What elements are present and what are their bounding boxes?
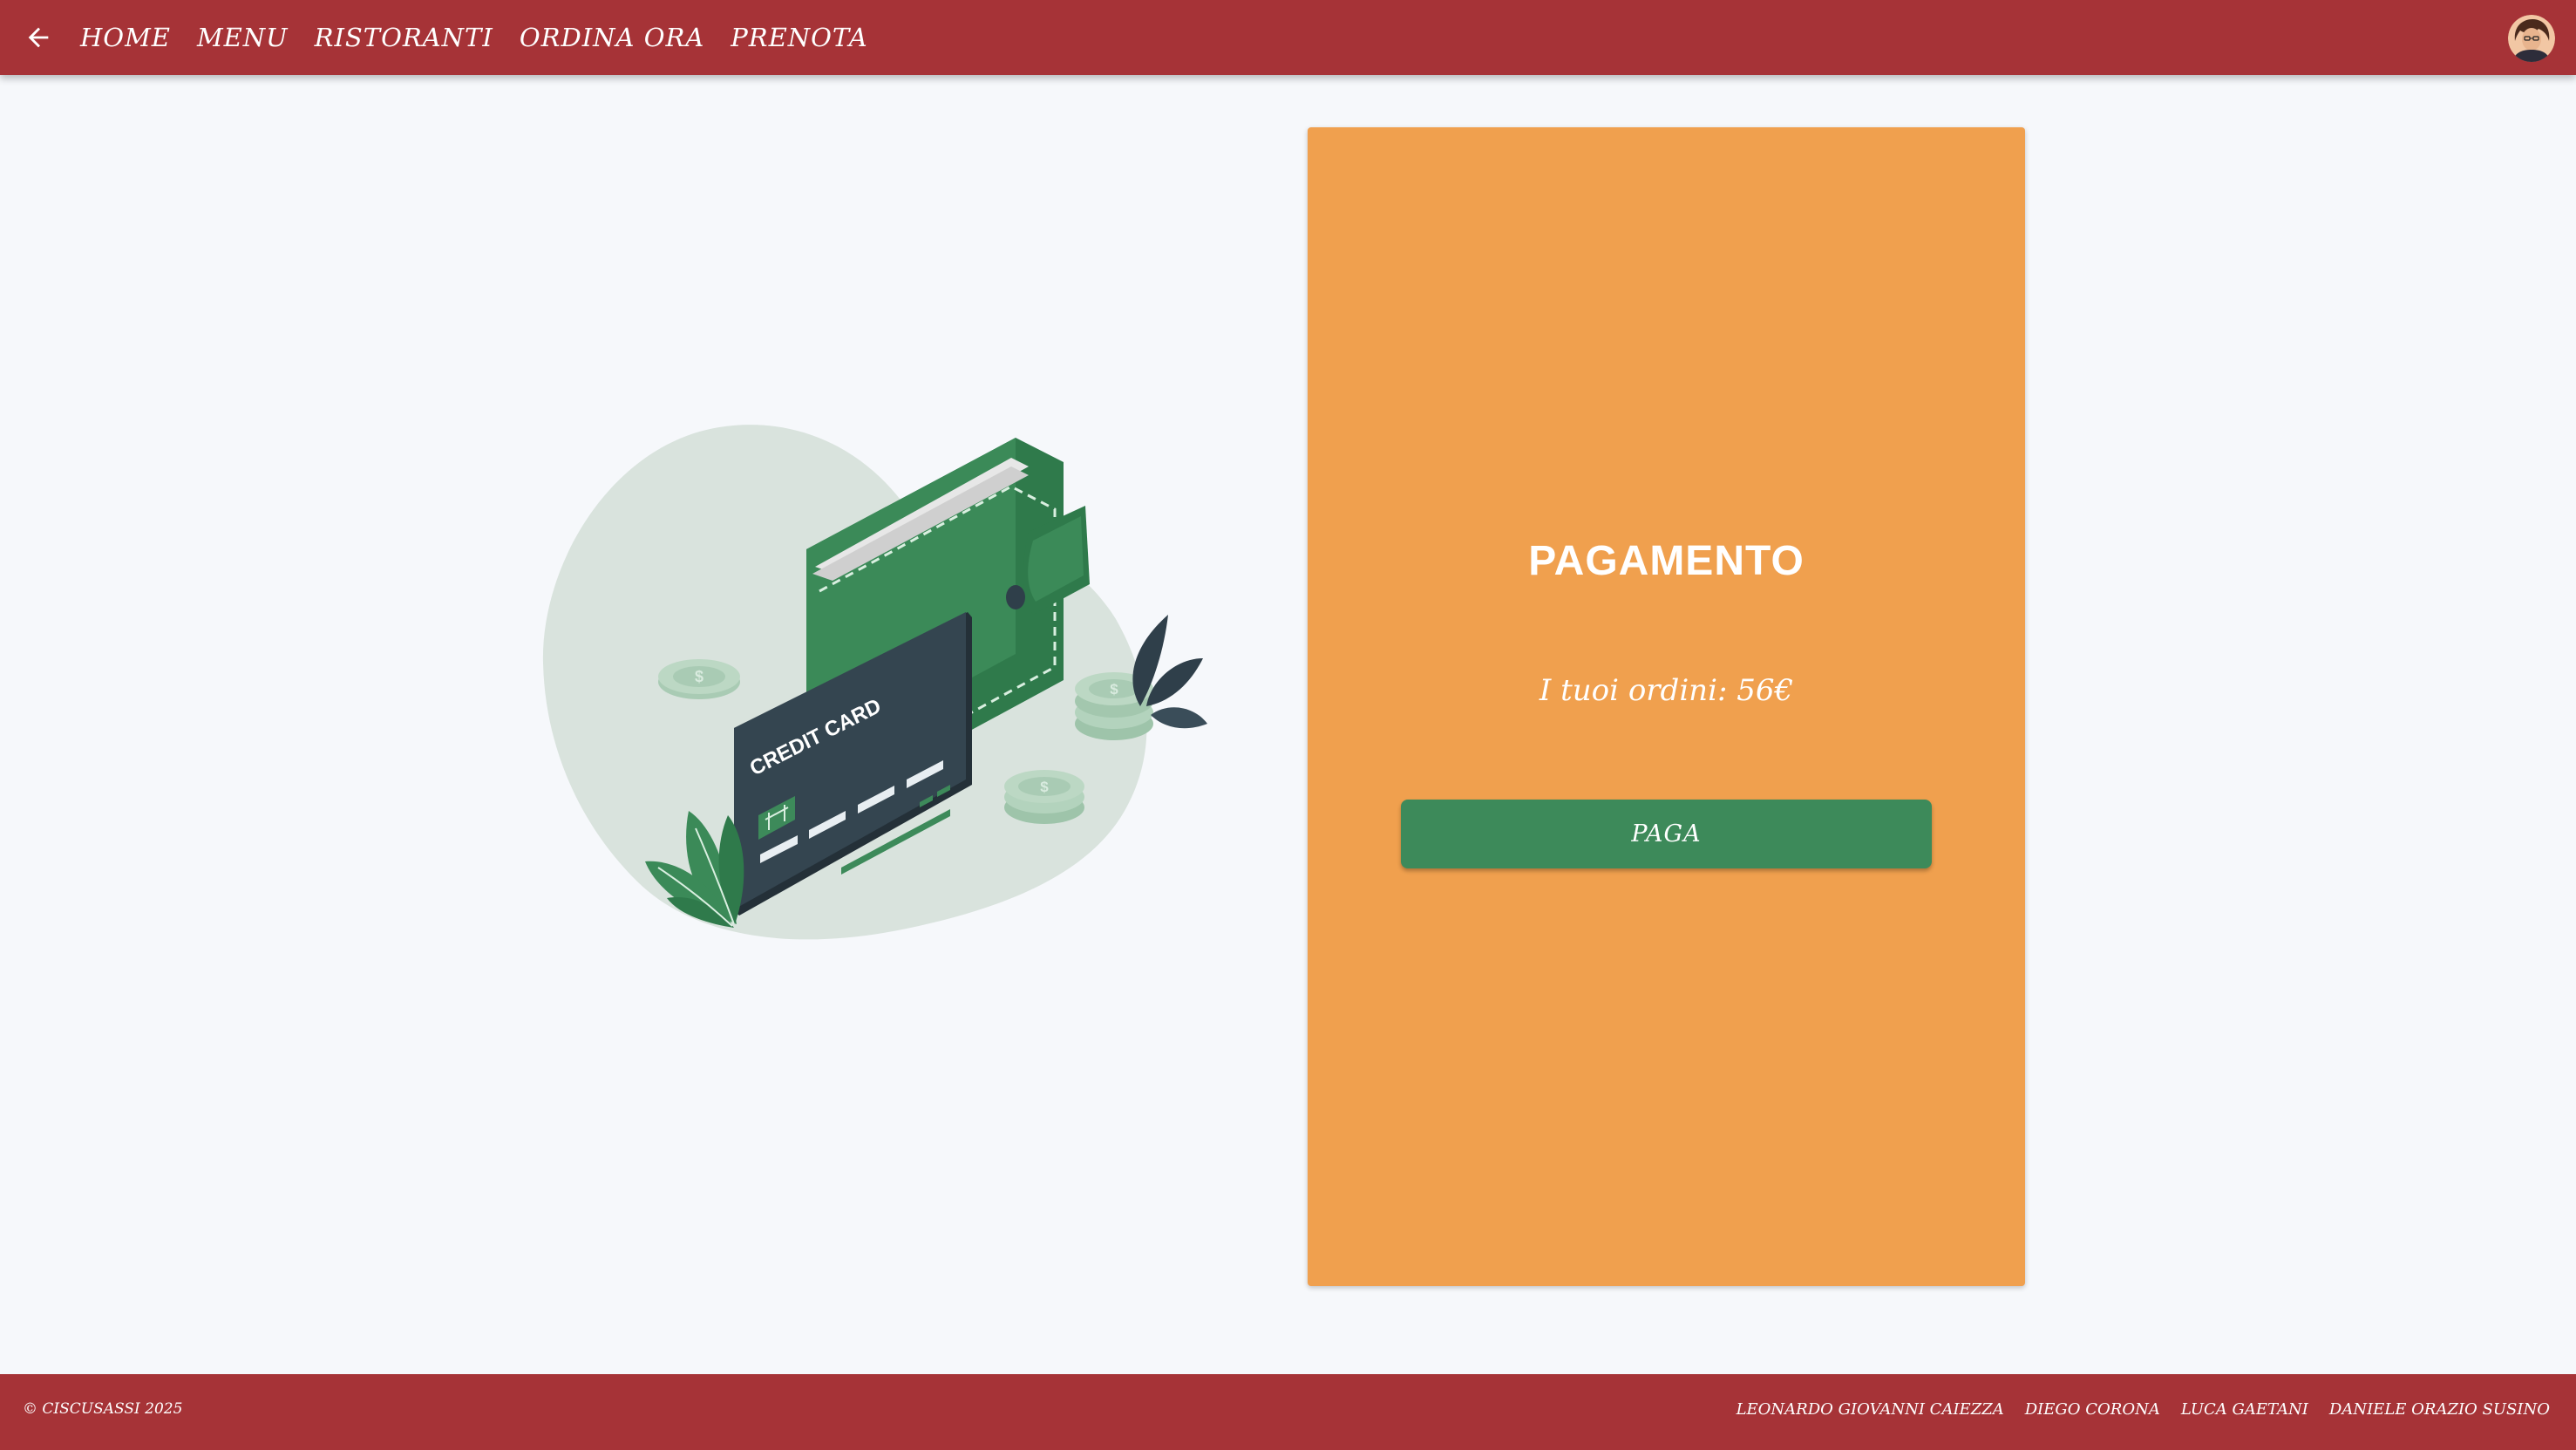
svg-text:$: $ bbox=[1110, 681, 1118, 698]
user-avatar[interactable] bbox=[2508, 15, 2555, 62]
user-avatar-icon bbox=[2508, 15, 2555, 62]
authors-list: LEONARDO GIOVANNI CAIEZZA DIEGO CORONA L… bbox=[1716, 1400, 2550, 1419]
author-name: DIEGO CORONA bbox=[2024, 1400, 2160, 1419]
nav-item-menu[interactable]: MENU bbox=[197, 23, 289, 52]
svg-text:$: $ bbox=[695, 668, 703, 685]
main-nav: HOME MENU RISTORANTI ORDINA ORA PRENOTA bbox=[80, 0, 894, 75]
nav-item-home[interactable]: HOME bbox=[80, 23, 171, 52]
copyright-text: © CISCUSASSI 2025 bbox=[23, 1400, 183, 1418]
arrow-left-icon bbox=[28, 27, 49, 48]
svg-text:$: $ bbox=[1040, 779, 1049, 795]
nav-item-ristoranti[interactable]: RISTORANTI bbox=[315, 23, 493, 52]
nav-item-prenota[interactable]: PRENOTA bbox=[731, 23, 867, 52]
pay-button[interactable]: PAGA bbox=[1401, 800, 1932, 868]
footer: © CISCUSASSI 2025 LEONARDO GIOVANNI CAIE… bbox=[0, 1374, 2576, 1450]
author-name: LEONARDO GIOVANNI CAIEZZA bbox=[1736, 1400, 2004, 1419]
top-navigation-bar: HOME MENU RISTORANTI ORDINA ORA PRENOTA bbox=[0, 0, 2576, 75]
payment-illustration: $ $ $ CREDIT CARD bbox=[540, 419, 1264, 1020]
coin-icon: $ bbox=[1004, 770, 1084, 824]
author-name: LUCA GAETANI bbox=[2180, 1400, 2308, 1419]
orders-total: I tuoi ordini: 56€ bbox=[1539, 673, 1794, 708]
nav-item-ordina-ora[interactable]: ORDINA ORA bbox=[520, 23, 704, 52]
author-name: DANIELE ORAZIO SUSINO bbox=[2328, 1400, 2550, 1419]
back-button[interactable] bbox=[16, 15, 61, 60]
payment-card: PAGAMENTO I tuoi ordini: 56€ PAGA bbox=[1308, 127, 2025, 1286]
page-title: PAGAMENTO bbox=[1528, 538, 1805, 584]
coin-icon: $ bbox=[658, 659, 740, 699]
